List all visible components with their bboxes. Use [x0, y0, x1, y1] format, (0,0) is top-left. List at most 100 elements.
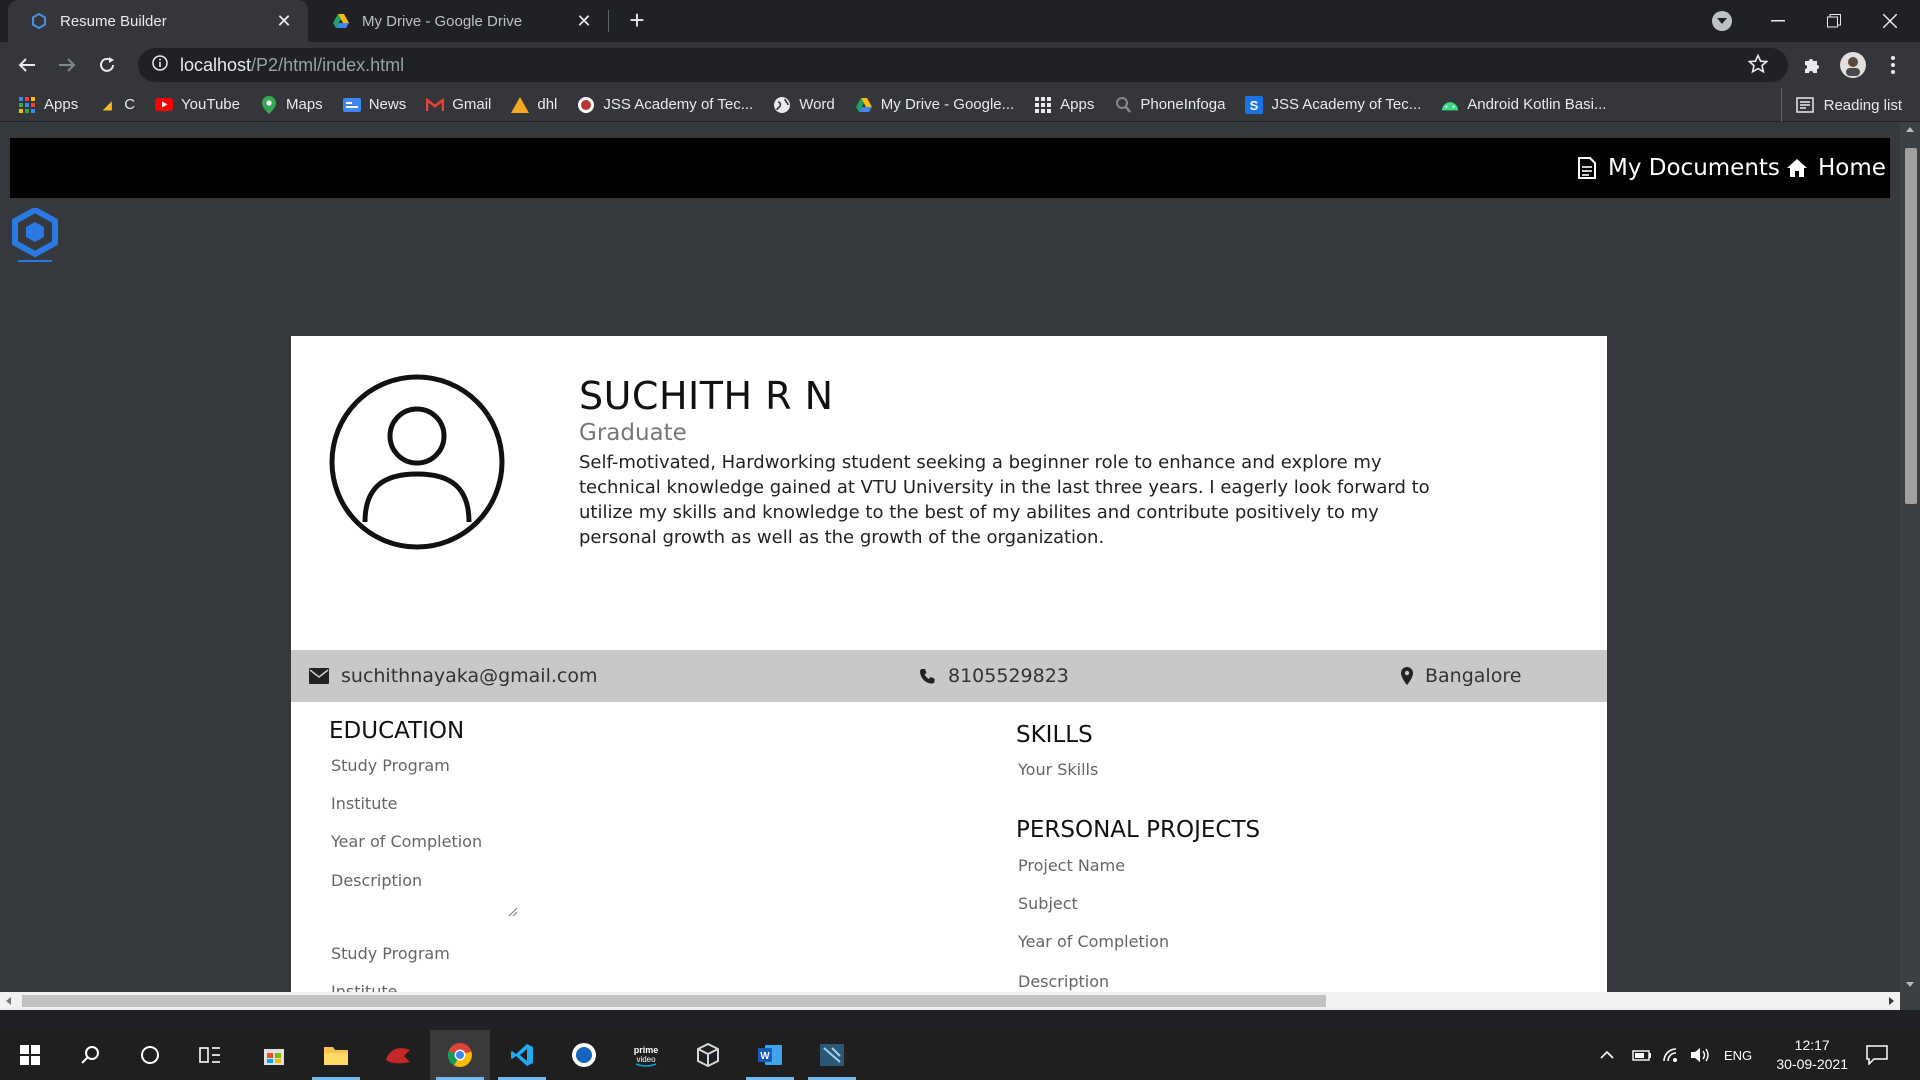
wifi-icon[interactable] [1662, 1030, 1682, 1080]
drive-icon [855, 96, 873, 114]
windows-start-icon[interactable] [0, 1030, 60, 1080]
minimize-icon[interactable] [1750, 0, 1806, 42]
task-view-icon[interactable] [180, 1030, 240, 1080]
bookmark-label: dhl [537, 96, 558, 113]
profile-name[interactable]: SUCHITH R N [579, 374, 834, 418]
bookmark-android-kotlin[interactable]: Android Kotlin Basi... [1441, 96, 1606, 114]
bookmark-my-drive[interactable]: My Drive - Google... [855, 96, 1014, 114]
tab-search-icon[interactable] [1712, 11, 1732, 31]
bookmark-jss-academy-2[interactable]: S JSS Academy of Tec... [1245, 95, 1422, 114]
edu-institute-field[interactable]: Institute [331, 794, 397, 813]
phoneinfoga-icon [1114, 96, 1132, 114]
contact-email[interactable]: suchithnayaka@gmail.com [309, 650, 597, 702]
close-tab-icon[interactable]: ✕ [274, 11, 294, 31]
textarea-resize-handle[interactable] [506, 904, 518, 917]
profile-summary[interactable]: Self-motivated, Hardworking student seek… [579, 450, 1449, 550]
nav-home[interactable]: Home [1786, 138, 1886, 198]
clock-date: 30-09-2021 [1776, 1056, 1848, 1072]
site-info-icon[interactable] [152, 54, 168, 76]
profile-role[interactable]: Graduate [579, 420, 687, 446]
edu-year-field[interactable]: Year of Completion [331, 832, 482, 851]
volume-icon[interactable] [1690, 1030, 1712, 1080]
svg-text:video: video [636, 1055, 656, 1064]
contact-location[interactable]: Bangalore [1401, 650, 1521, 702]
bookmark-phoneinfoga[interactable]: PhoneInfoga [1114, 96, 1225, 114]
microsoft-store-icon[interactable] [244, 1030, 304, 1080]
bookmark-news[interactable]: News [342, 96, 406, 114]
project-year-field[interactable]: Year of Completion [1018, 932, 1169, 951]
scroll-down-arrow-icon[interactable] [1900, 978, 1920, 992]
cortana-icon[interactable] [120, 1030, 180, 1080]
vscode-icon[interactable] [492, 1030, 552, 1080]
project-description-field[interactable]: Description [1018, 972, 1109, 991]
edu-description-field[interactable]: Description [331, 871, 422, 890]
edu-study-program-field-2[interactable]: Study Program [331, 944, 450, 963]
c-icon: ◢ [102, 97, 112, 112]
bookmark-c[interactable]: ◢ C [98, 96, 135, 114]
jss-s-icon: S [1245, 95, 1264, 114]
reading-list-button[interactable]: Reading list [1780, 88, 1902, 122]
notifications-icon[interactable] [1866, 1030, 1888, 1080]
virtualbox-cube-icon[interactable] [678, 1030, 738, 1080]
reading-list-label: Reading list [1823, 96, 1902, 114]
game-app-icon[interactable] [368, 1030, 428, 1080]
bookmark-apps[interactable]: Apps [18, 96, 78, 114]
address-bar[interactable]: localhost/P2/html/index.html [138, 48, 1788, 82]
remote-desktop-icon[interactable] [802, 1030, 862, 1080]
file-explorer-icon[interactable] [306, 1030, 366, 1080]
contact-phone[interactable]: 8105529823 [919, 650, 1069, 702]
browser-menu-icon[interactable] [1878, 50, 1908, 80]
restore-icon[interactable] [1806, 0, 1862, 42]
search-icon[interactable] [60, 1030, 120, 1080]
scroll-right-arrow-icon[interactable] [1884, 992, 1898, 1010]
system-clock[interactable]: 12:17 30-09-2021 [1776, 1036, 1848, 1074]
education-heading: EDUCATION [329, 718, 465, 744]
extensions-puzzle-icon[interactable] [1797, 50, 1827, 80]
bookmark-label: Word [799, 96, 835, 113]
app-circle-icon[interactable] [554, 1030, 614, 1080]
language-indicator[interactable]: ENG [1724, 1030, 1752, 1080]
bookmark-star-icon[interactable] [1747, 53, 1769, 79]
battery-icon[interactable] [1632, 1030, 1652, 1080]
url-path: /P2/html/index.html [251, 54, 405, 75]
profile-avatar[interactable] [1838, 50, 1868, 80]
close-window-icon[interactable] [1862, 0, 1918, 42]
scroll-up-arrow-icon[interactable] [1900, 122, 1920, 136]
site-logo-icon[interactable] [12, 206, 58, 268]
home-icon [1786, 158, 1808, 178]
phone-icon [920, 668, 935, 684]
tab-title: My Drive - Google Drive [362, 12, 523, 30]
tab-resume-builder[interactable]: Resume Builder ✕ [8, 0, 308, 42]
horizontal-scroll-thumb[interactable] [22, 995, 1326, 1007]
new-tab-button[interactable]: + [624, 7, 650, 34]
bookmark-label: JSS Academy of Tec... [1271, 96, 1422, 113]
word-icon[interactable]: W [740, 1030, 800, 1080]
bookmark-apps-2[interactable]: Apps [1034, 96, 1094, 114]
reload-icon[interactable] [92, 50, 122, 80]
envelope-icon [309, 668, 329, 684]
close-tab-icon[interactable]: ✕ [574, 11, 594, 31]
horizontal-scrollbar[interactable] [0, 992, 1900, 1010]
chrome-icon[interactable] [430, 1030, 490, 1080]
bookmark-dhl[interactable]: dhl [511, 96, 557, 114]
back-arrow-icon[interactable] [12, 50, 42, 80]
bookmark-gmail[interactable]: Gmail [426, 96, 491, 114]
edu-study-program-field[interactable]: Study Program [331, 756, 450, 775]
prime-video-icon[interactable]: prime video [616, 1030, 676, 1080]
bookmark-jss-academy[interactable]: JSS Academy of Tec... [577, 96, 753, 114]
project-name-field[interactable]: Project Name [1018, 856, 1125, 875]
bookmark-youtube[interactable]: YouTube [155, 96, 240, 114]
nav-my-documents[interactable]: My Documents [1578, 138, 1780, 198]
page-viewport: My Documents Home SUCHITH R N Graduate S… [0, 122, 1920, 1010]
project-subject-field[interactable]: Subject [1018, 894, 1078, 913]
bookmark-label: Maps [286, 96, 323, 113]
vertical-scrollbar[interactable] [1900, 122, 1920, 1010]
vertical-scroll-thumb[interactable] [1905, 148, 1917, 504]
skills-field[interactable]: Your Skills [1018, 760, 1098, 779]
tab-my-drive[interactable]: My Drive - Google Drive ✕ [310, 0, 608, 42]
show-hidden-icons-icon[interactable] [1600, 1030, 1614, 1080]
bookmark-word[interactable]: Word [773, 96, 835, 114]
bookmark-maps[interactable]: Maps [260, 95, 323, 114]
forward-arrow-icon[interactable] [52, 50, 82, 80]
scroll-left-arrow-icon[interactable] [2, 992, 16, 1010]
